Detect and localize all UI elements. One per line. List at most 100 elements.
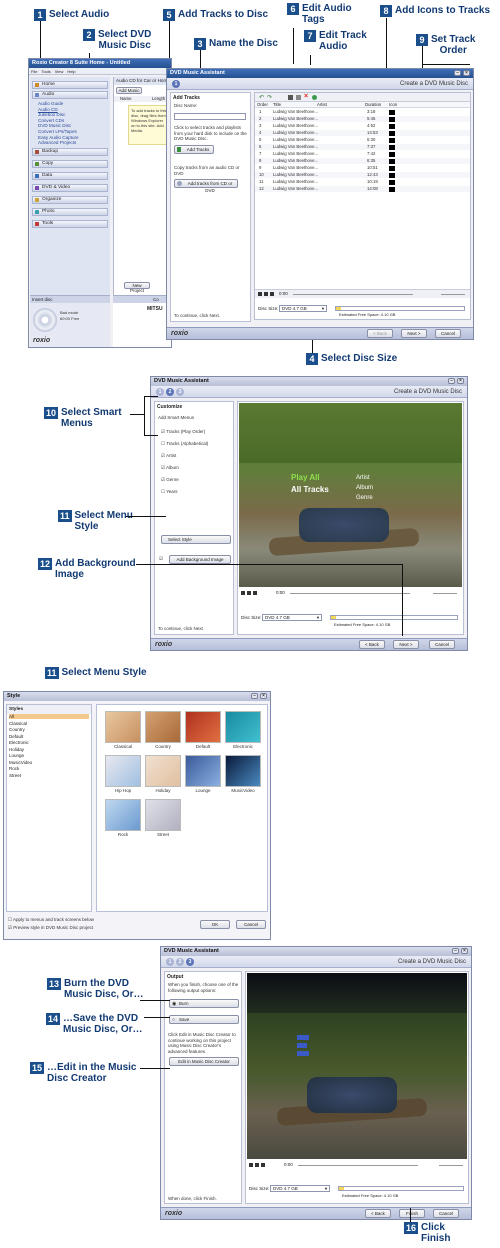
- add-from-cd-button[interactable]: Add tracks from CD or DVD: [174, 179, 238, 193]
- next-button[interactable]: Next >: [393, 640, 419, 649]
- menu-all-tracks[interactable]: All Tracks: [291, 485, 329, 494]
- pause-icon[interactable]: [253, 591, 257, 595]
- nav-dvd-video[interactable]: DVD & Video: [32, 184, 108, 192]
- cancel-button[interactable]: Cancel: [433, 1209, 459, 1218]
- volume-slider[interactable]: [439, 1165, 463, 1166]
- back-button[interactable]: < Back: [367, 329, 393, 338]
- apply-checkbox[interactable]: ☐ Apply to menus and track screens below: [8, 917, 94, 923]
- track-icon[interactable]: [389, 110, 395, 115]
- add-background-button[interactable]: Add Background Image: [169, 555, 231, 564]
- nav-backup[interactable]: Backup: [32, 148, 108, 156]
- play-icon[interactable]: [312, 95, 317, 100]
- volume-slider[interactable]: [433, 593, 457, 594]
- style-thumbnail[interactable]: Electronic: [225, 711, 261, 749]
- style-list-item[interactable]: Country: [9, 727, 89, 732]
- track-row[interactable]: 8 Ludwig Van Beethove... 6:35: [255, 158, 470, 164]
- nav-copy[interactable]: Copy: [32, 160, 108, 168]
- option-tracks-play-order[interactable]: ☑ Tracks (Play Order): [161, 426, 208, 438]
- edit-tags-icon[interactable]: [288, 95, 293, 100]
- back-button[interactable]: < Back: [365, 1209, 391, 1218]
- back-button[interactable]: < Back: [359, 640, 385, 649]
- track-row[interactable]: 1 Ludwig Van Beethove... 3:18: [255, 109, 470, 115]
- minimize-button[interactable]: –: [448, 378, 455, 384]
- track-icon[interactable]: [389, 187, 395, 192]
- preview-checkbox[interactable]: ☑ Preview style in DVD Music Disc projec…: [8, 925, 93, 931]
- nav-tools[interactable]: Tools: [32, 220, 108, 228]
- track-row[interactable]: 11 Ludwig Van Beethove... 10:19: [255, 179, 470, 185]
- menu-tools[interactable]: Tools: [41, 68, 50, 74]
- add-tracks-button[interactable]: Add Tracks: [174, 145, 214, 154]
- sub-convert-lps[interactable]: Convert LPs/Tapes: [38, 129, 79, 135]
- play-icon[interactable]: [264, 292, 268, 296]
- track-row[interactable]: 12 Ludwig Van Beethove... 14:08: [255, 186, 470, 192]
- track-row[interactable]: 3 Ludwig Van Beethove... 4:52: [255, 123, 470, 129]
- burn-option[interactable]: ◉ Burn: [169, 999, 239, 1008]
- style-list-item[interactable]: Classical: [9, 721, 89, 726]
- style-list-item[interactable]: Street: [9, 773, 89, 778]
- nav-organize[interactable]: Organize: [32, 196, 108, 204]
- volume-slider[interactable]: [441, 294, 465, 295]
- seek-bar[interactable]: [298, 1165, 418, 1166]
- edit-in-music-disc-creator-button[interactable]: Edit in Music Disc Creator: [169, 1057, 239, 1066]
- nav-data[interactable]: Data: [32, 172, 108, 180]
- move-up-icon[interactable]: ↶: [259, 94, 264, 101]
- style-list-item[interactable]: Default: [9, 734, 89, 739]
- next-button[interactable]: Next >: [401, 329, 427, 338]
- menu-view[interactable]: View: [55, 68, 64, 74]
- minimize-button[interactable]: –: [251, 693, 258, 699]
- cancel-button[interactable]: Cancel: [236, 920, 266, 929]
- style-thumbnail[interactable]: Lounge: [185, 755, 221, 793]
- track-icon[interactable]: [389, 145, 395, 150]
- style-thumbnail[interactable]: Holiday: [145, 755, 181, 793]
- stop-icon[interactable]: [258, 292, 262, 296]
- play-icon[interactable]: [255, 1163, 259, 1167]
- seek-bar[interactable]: [293, 294, 413, 295]
- cancel-button[interactable]: Cancel: [429, 640, 455, 649]
- nav-home[interactable]: Home: [32, 81, 108, 89]
- track-row[interactable]: 9 Ludwig Van Beethove... 10:51: [255, 165, 470, 171]
- move-down-icon[interactable]: ↷: [267, 94, 272, 101]
- style-list-item[interactable]: Rock: [9, 766, 89, 771]
- close-button[interactable]: ×: [463, 70, 470, 76]
- select-style-button[interactable]: Select Style: [161, 535, 231, 544]
- sub-advanced-projects[interactable]: Advanced Projects: [38, 140, 79, 146]
- menu-play-all[interactable]: Play All: [291, 473, 320, 482]
- track-row[interactable]: 10 Ludwig Van Beethove... 12:43: [255, 172, 470, 178]
- pause-icon[interactable]: [261, 1163, 265, 1167]
- track-icon[interactable]: [389, 173, 395, 178]
- cancel-button[interactable]: Cancel: [435, 329, 461, 338]
- close-button[interactable]: ×: [457, 378, 464, 384]
- menu-help[interactable]: Help: [67, 68, 75, 74]
- track-icon[interactable]: [389, 159, 395, 164]
- track-icon[interactable]: [389, 138, 395, 143]
- finish-button[interactable]: Finish: [399, 1209, 425, 1218]
- track-icon[interactable]: [389, 131, 395, 136]
- option-album[interactable]: ☑ Album: [161, 462, 208, 474]
- track-row[interactable]: 7 Ludwig Van Beethove... 7:42: [255, 151, 470, 157]
- style-list-item[interactable]: Lounge: [9, 753, 89, 758]
- style-list-item[interactable]: MusicVideo: [9, 760, 89, 765]
- nav-audio[interactable]: Audio: [32, 91, 108, 99]
- pause-icon[interactable]: [270, 292, 274, 296]
- edit-audio-icon[interactable]: [296, 95, 301, 100]
- ok-button[interactable]: OK: [200, 920, 230, 929]
- style-thumbnail[interactable]: Hip Hop: [105, 755, 141, 793]
- menu-artist[interactable]: Artist: [356, 475, 370, 481]
- option-years[interactable]: ☐ Years: [161, 486, 208, 498]
- style-list-item[interactable]: Holiday: [9, 747, 89, 752]
- style-list-item[interactable]: Electronic: [9, 740, 89, 745]
- disc-size-select[interactable]: DVD 4.7 GB ▼: [270, 1185, 330, 1192]
- style-thumbnail[interactable]: Country: [145, 711, 181, 749]
- track-icon[interactable]: [389, 124, 395, 129]
- style-thumbnail[interactable]: Default: [185, 711, 221, 749]
- nav-photo[interactable]: Photo: [32, 208, 108, 216]
- track-row[interactable]: 5 Ludwig Van Beethove... 6:30: [255, 137, 470, 143]
- track-icon[interactable]: [389, 117, 395, 122]
- close-button[interactable]: ×: [461, 948, 468, 954]
- style-thumbnail[interactable]: Street: [145, 799, 181, 837]
- track-row[interactable]: 4 Ludwig Van Beethove... 14:53: [255, 130, 470, 136]
- bg-checkbox[interactable]: ☑: [159, 556, 163, 562]
- add-music-button[interactable]: Add Music: [116, 87, 142, 94]
- disc-size-select[interactable]: DVD 4.7 GB ▼: [262, 614, 322, 621]
- stop-icon[interactable]: [249, 1163, 253, 1167]
